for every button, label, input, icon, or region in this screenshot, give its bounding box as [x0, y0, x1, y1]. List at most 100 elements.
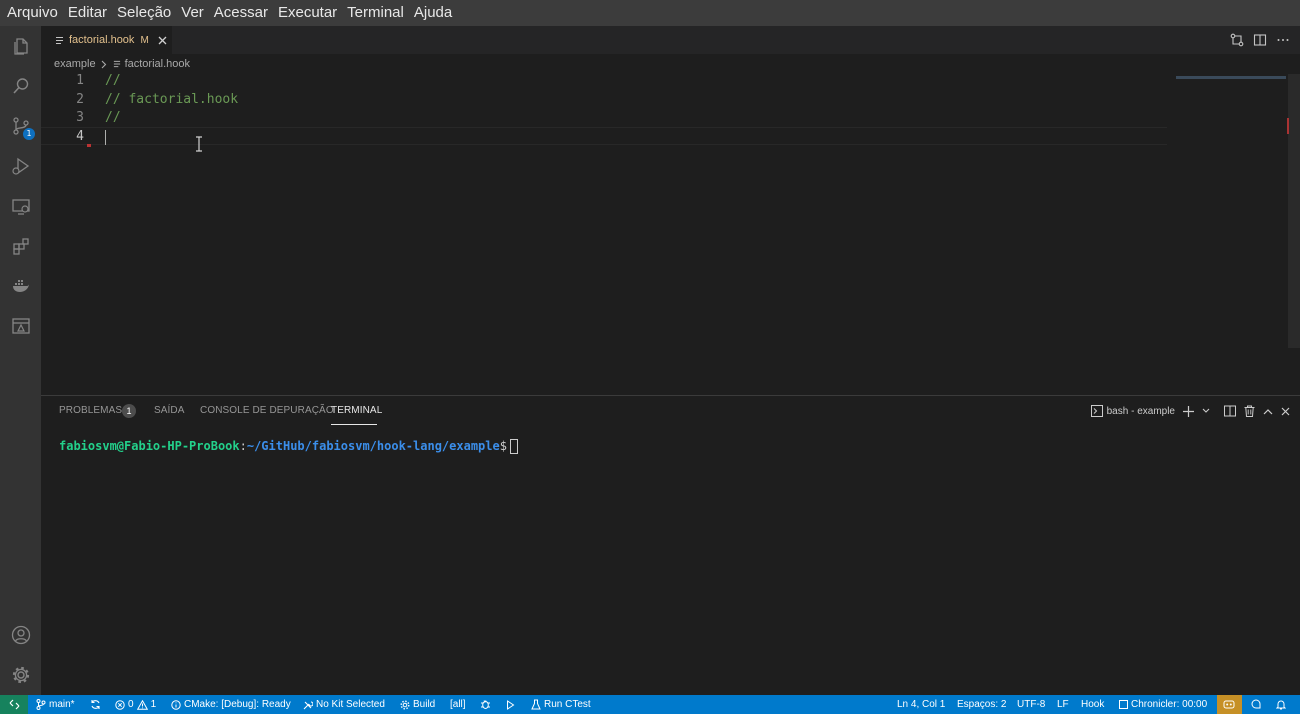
terminal-cursor	[509, 439, 518, 454]
cursor-position[interactable]: Ln 4, Col 1	[897, 695, 945, 714]
tools-icon	[303, 700, 313, 709]
chronicler-status[interactable]: Chronicler: 00:00	[1119, 695, 1207, 714]
activity-bar: 1	[0, 26, 41, 695]
tab-terminal[interactable]: TERMINAL	[331, 405, 382, 416]
menu-executar[interactable]: Executar	[273, 0, 342, 26]
terminal-icon	[1090, 405, 1103, 417]
editor-actions	[1230, 26, 1290, 54]
minimap[interactable]	[1176, 76, 1286, 79]
remote-explorer-icon[interactable]	[0, 186, 41, 226]
warning-icon	[136, 699, 148, 710]
tab-problems[interactable]: PROBLEMAS	[59, 405, 122, 416]
more-actions-icon[interactable]	[1276, 33, 1290, 47]
breadcrumb-file[interactable]: factorial.hook	[113, 58, 190, 70]
status-bar: main* 0 1 CMake: [Debug]: Ready No Kit S…	[0, 695, 1300, 714]
line-number: 4	[76, 129, 84, 144]
search-icon[interactable]	[0, 66, 41, 106]
trash-icon[interactable]	[1244, 405, 1255, 417]
editor-line: 1 //	[41, 72, 1167, 90]
menu-bar: Arquivo Editar Seleção Ver Acessar Execu…	[0, 0, 1300, 26]
feedback-icon	[1251, 699, 1261, 709]
editor-line: 3 //	[41, 109, 1167, 127]
cmake-label: CMake: [Debug]: Ready	[184, 699, 291, 710]
cmake-status[interactable]: CMake: [Debug]: Ready	[171, 695, 291, 714]
accounts-icon[interactable]	[0, 615, 41, 655]
eol-status[interactable]: LF	[1057, 695, 1069, 714]
remote-indicator[interactable]	[0, 695, 28, 714]
bottom-panel: PROBLEMAS 1 SAÍDA CONSOLE DE DEPURAÇÃO T…	[41, 395, 1300, 695]
panel-actions: bash - example	[1090, 402, 1290, 420]
maximize-panel-icon[interactable]	[1263, 408, 1273, 415]
menu-ver[interactable]: Ver	[176, 0, 209, 26]
menu-editar[interactable]: Editar	[63, 0, 112, 26]
copilot-button[interactable]	[1223, 695, 1235, 714]
line-code: //	[105, 73, 121, 88]
gear-icon[interactable]	[0, 655, 41, 695]
tab-debug-console[interactable]: CONSOLE DE DEPURAÇÃO	[200, 405, 334, 416]
scrollbar-error-marker	[1287, 118, 1295, 134]
sync-button[interactable]	[90, 695, 101, 714]
open-changes-icon[interactable]	[1230, 33, 1244, 47]
build-target[interactable]: [all]	[450, 695, 466, 714]
run-debug-icon[interactable]	[0, 146, 41, 186]
editor-scrollbar[interactable]	[1288, 74, 1300, 348]
cmake-icon[interactable]	[0, 306, 41, 346]
square-icon	[1119, 700, 1128, 709]
run-ctest-button[interactable]: Run CTest	[531, 695, 591, 714]
language-mode[interactable]: Hook	[1081, 695, 1104, 714]
terminal-name: bash - example	[1106, 405, 1175, 417]
modified-indicator: M	[140, 34, 149, 46]
plus-icon[interactable]	[1183, 405, 1194, 417]
close-icon[interactable]	[158, 36, 167, 45]
info-icon	[171, 699, 181, 710]
sync-icon	[91, 700, 100, 709]
breadcrumb-folder[interactable]: example	[54, 58, 96, 70]
active-tab-indicator	[331, 424, 377, 425]
split-terminal-icon[interactable]	[1224, 405, 1236, 417]
remote-icon	[9, 699, 19, 710]
breadcrumb-file-label: factorial.hook	[124, 58, 191, 70]
indentation-label: Espaços: 2	[957, 699, 1007, 710]
menu-terminal[interactable]: Terminal	[342, 0, 409, 26]
feedback-button[interactable]	[1251, 695, 1262, 714]
tab-label: factorial.hook	[69, 34, 135, 46]
split-editor-icon[interactable]	[1253, 33, 1267, 47]
explorer-icon[interactable]	[0, 26, 41, 66]
warning-count: 1	[150, 699, 157, 710]
notifications-button[interactable]	[1276, 695, 1286, 714]
code-editor[interactable]: 1 // 2 // factorial.hook 3 // 4	[41, 72, 1300, 394]
encoding-label: UTF-8	[1017, 699, 1046, 710]
menu-acessar[interactable]: Acessar	[209, 0, 273, 26]
line-code: //	[105, 110, 121, 125]
tab-output[interactable]: SAÍDA	[154, 405, 185, 416]
eol-label: LF	[1057, 699, 1069, 710]
terminal-prompt-symbol: $	[499, 439, 507, 453]
chevron-right-icon	[101, 60, 107, 69]
menu-arquivo[interactable]: Arquivo	[2, 0, 63, 26]
terminal-output[interactable]: fabiosvm@Fabio-HP-ProBook:~/GitHub/fabio…	[59, 439, 518, 454]
docker-icon[interactable]	[0, 266, 41, 306]
text-cursor	[105, 130, 106, 145]
tab-factorial-hook[interactable]: factorial.hook M	[41, 26, 172, 54]
launch-button[interactable]	[506, 695, 515, 714]
build-target-label: [all]	[450, 699, 466, 710]
kit-status[interactable]: No Kit Selected	[303, 695, 385, 714]
menu-ajuda[interactable]: Ajuda	[409, 0, 457, 26]
encoding-status[interactable]: UTF-8	[1017, 695, 1045, 714]
problems-status[interactable]: 0 1	[115, 695, 156, 714]
menu-selecao[interactable]: Seleção	[112, 0, 176, 26]
branch-status[interactable]: main*	[36, 695, 75, 714]
copilot-icon	[1223, 700, 1235, 709]
debug-button[interactable]	[480, 695, 491, 714]
source-control-icon[interactable]: 1	[0, 106, 41, 146]
terminal-selector[interactable]: bash - example	[1090, 405, 1175, 417]
chevron-down-icon[interactable]	[1202, 408, 1210, 414]
language-label: Hook	[1081, 699, 1105, 710]
indentation-status[interactable]: Espaços: 2	[957, 695, 1006, 714]
close-panel-icon[interactable]	[1281, 407, 1290, 416]
extensions-icon[interactable]	[0, 226, 41, 266]
error-count: 0	[128, 699, 134, 710]
build-button[interactable]: Build	[400, 695, 435, 714]
file-lines-icon	[113, 60, 120, 68]
git-branch-icon	[36, 699, 46, 710]
